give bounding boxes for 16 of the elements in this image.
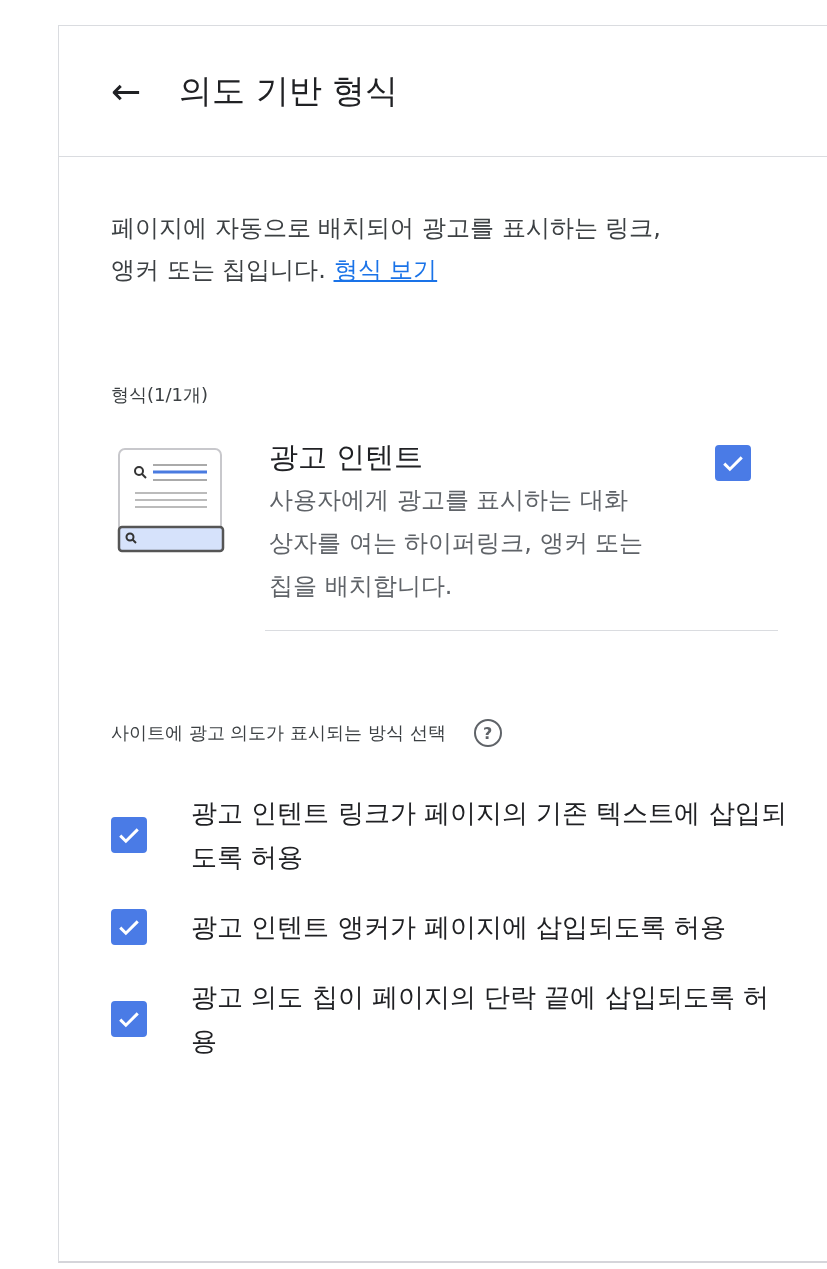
display-method-label: 사이트에 광고 의도가 표시되는 방식 선택 bbox=[111, 721, 446, 745]
option-checkbox[interactable] bbox=[111, 909, 147, 945]
page-title: 의도 기반 형식 bbox=[179, 69, 399, 112]
option-label: 광고 의도 칩이 페이지의 단락 끝에 삽입되도록 허용 bbox=[191, 981, 770, 1058]
description-text: 페이지에 자동으로 배치되어 광고를 표시하는 링크, 앵커 또는 칩입니다. 형식 보기 bbox=[111, 213, 662, 286]
help-icon[interactable]: ? bbox=[473, 719, 502, 747]
option-checkbox[interactable] bbox=[111, 817, 147, 853]
format-checkbox[interactable] bbox=[715, 445, 751, 481]
formats-label: 형식(1/1개) bbox=[111, 383, 209, 407]
option-label: 광고 인텐트 링크가 페이지의 기존 텍스트에 삽입되도록 허용 bbox=[191, 797, 788, 874]
format-title: 광고 인텐트 bbox=[269, 439, 425, 476]
back-button[interactable]: ← bbox=[111, 70, 142, 112]
option-label: 광고 인텐트 앵커가 페이지에 삽입되도록 허용 bbox=[191, 911, 728, 944]
view-formats-link[interactable]: 형식 보기 bbox=[333, 256, 438, 284]
format-description: 사용자에게 광고를 표시하는 대화 상자를 여는 하이퍼링크, 앵커 또는 칩을 배치합니다. bbox=[269, 485, 645, 602]
option-checkbox[interactable] bbox=[111, 1001, 147, 1037]
